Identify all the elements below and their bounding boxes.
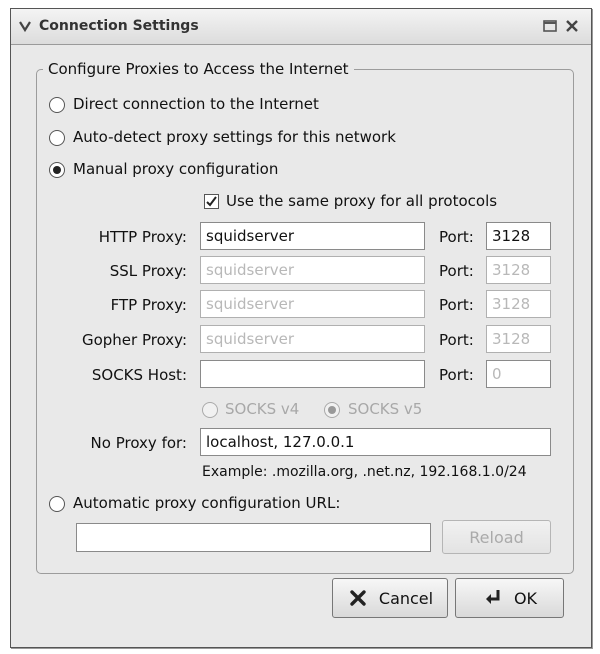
same-proxy-label: Use the same proxy for all protocols bbox=[226, 192, 498, 210]
socks-port-label: Port: bbox=[439, 366, 474, 384]
gopher-proxy-label: Gopher Proxy: bbox=[81, 331, 187, 349]
socks-v4-radio[interactable] bbox=[202, 402, 218, 418]
ssl-proxy-label: SSL Proxy: bbox=[109, 262, 187, 280]
ssl-proxy-input[interactable] bbox=[200, 256, 425, 284]
cancel-button[interactable]: Cancel bbox=[332, 578, 448, 618]
http-proxy-input[interactable] bbox=[200, 222, 425, 250]
ftp-port-input[interactable] bbox=[486, 290, 551, 318]
auto-detect-radio[interactable] bbox=[49, 130, 65, 146]
socks-v5-label: SOCKS v5 bbox=[348, 400, 423, 418]
socks-host-input[interactable] bbox=[200, 360, 425, 388]
maximize-icon[interactable] bbox=[541, 17, 559, 35]
http-port-input[interactable] bbox=[486, 222, 551, 250]
cancel-icon bbox=[350, 590, 366, 606]
gopher-port-label: Port: bbox=[439, 331, 474, 349]
auto-proxy-url-label: Automatic proxy configuration URL: bbox=[73, 494, 341, 512]
http-proxy-label: HTTP Proxy: bbox=[98, 228, 187, 246]
socks-v5-radio[interactable] bbox=[324, 402, 340, 418]
gopher-proxy-input[interactable] bbox=[200, 325, 425, 353]
auto-proxy-url-radio[interactable] bbox=[49, 496, 65, 512]
ssl-port-input[interactable] bbox=[486, 256, 551, 284]
ok-label: OK bbox=[513, 588, 538, 608]
ssl-port-label: Port: bbox=[439, 262, 474, 280]
socks-port-input[interactable] bbox=[486, 360, 551, 388]
ftp-proxy-input[interactable] bbox=[200, 290, 425, 318]
no-proxy-example: Example: .mozilla.org, .net.nz, 192.168.… bbox=[202, 464, 527, 480]
connection-settings-dialog: Connection Settings Configure Proxies to… bbox=[10, 8, 592, 648]
socks-v4-label: SOCKS v4 bbox=[225, 400, 300, 418]
ftp-proxy-label: FTP Proxy: bbox=[110, 296, 187, 314]
cancel-label: Cancel bbox=[378, 588, 434, 608]
direct-connection-radio[interactable] bbox=[49, 97, 65, 113]
auto-detect-label: Auto-detect proxy settings for this netw… bbox=[73, 128, 396, 146]
http-port-label: Port: bbox=[439, 228, 474, 246]
auto-proxy-url-input[interactable] bbox=[76, 523, 431, 552]
gopher-port-input[interactable] bbox=[486, 325, 551, 353]
no-proxy-input[interactable] bbox=[200, 428, 551, 456]
checkmark-icon bbox=[206, 196, 217, 207]
same-proxy-checkbox[interactable] bbox=[204, 194, 219, 209]
reload-button[interactable]: Reload bbox=[442, 520, 551, 554]
ok-enter-icon bbox=[485, 590, 500, 604]
ftp-port-label: Port: bbox=[439, 296, 474, 314]
socks-host-label: SOCKS Host: bbox=[91, 366, 187, 384]
proxy-group-legend: Configure Proxies to Access the Internet bbox=[43, 60, 354, 78]
title-bar: Connection Settings bbox=[11, 9, 591, 45]
manual-proxy-radio[interactable] bbox=[49, 162, 65, 178]
manual-proxy-label: Manual proxy configuration bbox=[73, 160, 279, 178]
ok-button[interactable]: OK bbox=[455, 578, 564, 618]
close-icon[interactable] bbox=[563, 17, 581, 35]
direct-connection-label: Direct connection to the Internet bbox=[73, 95, 319, 113]
no-proxy-label: No Proxy for: bbox=[90, 434, 187, 452]
window-menu-icon[interactable] bbox=[17, 18, 33, 34]
window-title: Connection Settings bbox=[39, 18, 199, 34]
